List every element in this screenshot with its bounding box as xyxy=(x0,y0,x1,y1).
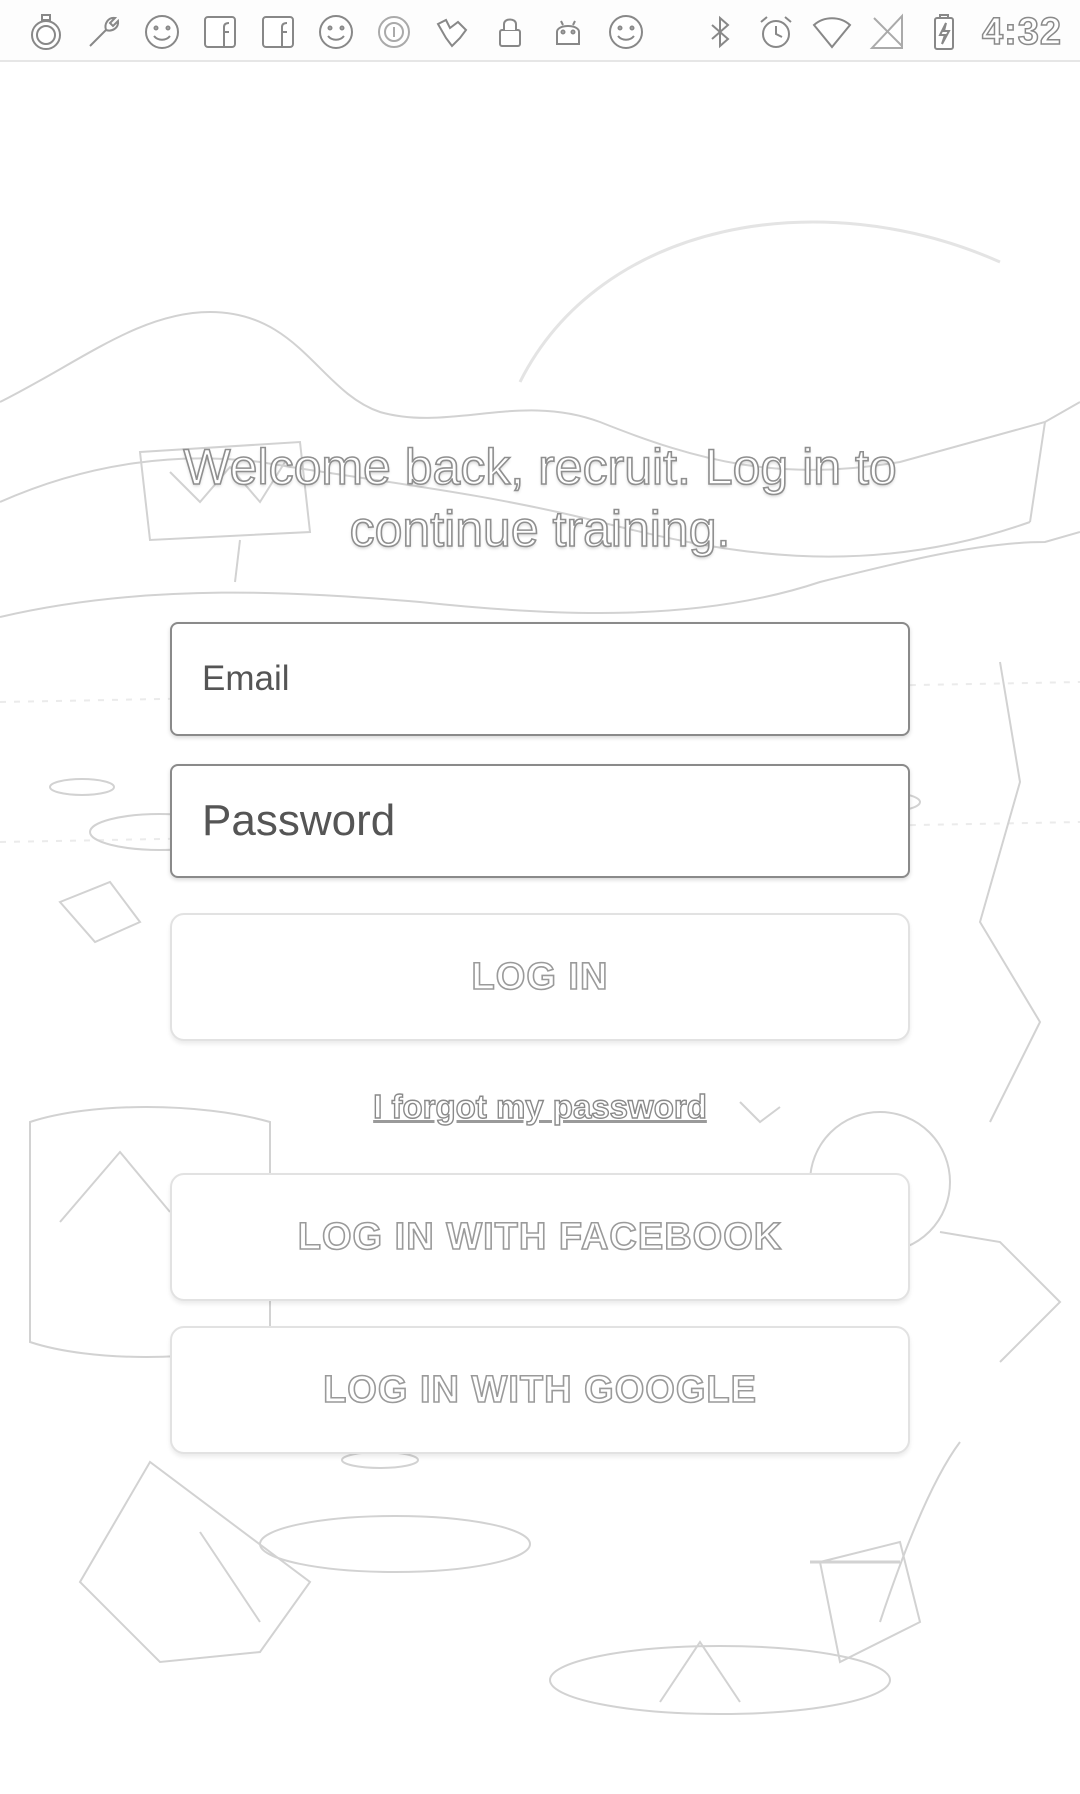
smiley-icon xyxy=(604,10,648,54)
system-icons: 4:32 xyxy=(698,8,1062,56)
login-screen: 4:32 Welcome back, recruit. Log in to co… xyxy=(0,0,1080,1794)
facebook-icon xyxy=(198,10,242,54)
password-input[interactable] xyxy=(200,795,880,847)
wrench-icon xyxy=(82,10,126,54)
google-login-button[interactable]: LOG IN WITH GOOGLE xyxy=(170,1326,910,1454)
email-input[interactable] xyxy=(200,658,880,700)
forgot-password-link[interactable]: I forgot my password xyxy=(372,1087,707,1125)
email-field[interactable] xyxy=(170,622,910,736)
bluetooth-icon xyxy=(698,10,742,54)
password-field[interactable] xyxy=(170,764,910,878)
smiley-icon xyxy=(140,10,184,54)
status-bar: 4:32 xyxy=(0,0,1080,62)
lock-icon xyxy=(488,10,532,54)
android-icon xyxy=(546,10,590,54)
notification-icons xyxy=(24,8,648,56)
wifi-icon xyxy=(810,10,854,54)
battery-charging-icon xyxy=(922,10,966,54)
status-bar-clock: 4:32 xyxy=(981,10,1062,54)
forgot-password-row: I forgot my password xyxy=(0,1087,1080,1126)
smiley-icon xyxy=(314,10,358,54)
signal-flair-icon xyxy=(430,10,474,54)
stopwatch-icon xyxy=(24,10,68,54)
login-button[interactable]: LOG IN xyxy=(170,913,910,1041)
facebook-login-button[interactable]: LOG IN WITH FACEBOOK xyxy=(170,1173,910,1301)
alarm-icon xyxy=(754,10,798,54)
welcome-heading: Welcome back, recruit. Log in to continu… xyxy=(183,438,898,558)
facebook-icon xyxy=(256,10,300,54)
info-circle-icon xyxy=(372,10,416,54)
no-sim-icon xyxy=(866,10,910,54)
